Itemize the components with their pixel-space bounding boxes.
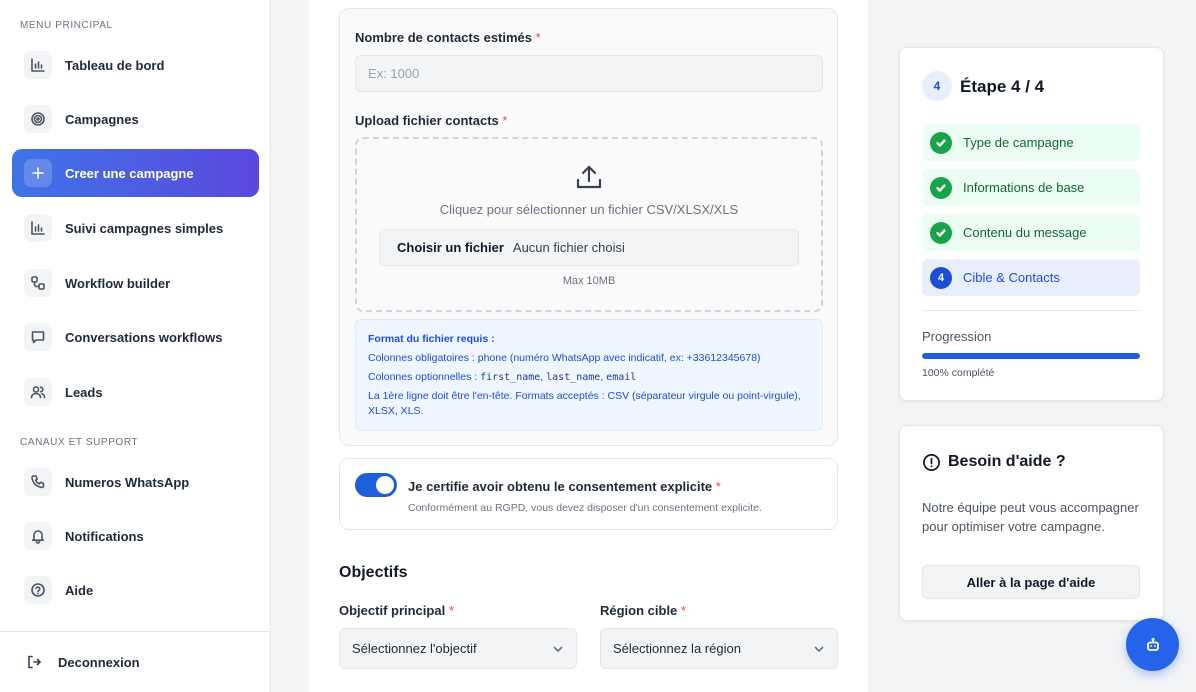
help-title: Besoin d'aide ? — [948, 453, 1066, 470]
progress-text: 100% complété — [922, 367, 995, 379]
format-title: Format du fichier requis : — [368, 333, 495, 345]
bell-icon — [24, 522, 52, 550]
format-note: La 1ère ligne doit être l'en-tête. Forma… — [368, 390, 801, 417]
step-label: Informations de base — [963, 180, 1085, 195]
objective-select[interactable]: Sélectionnez l'objectif — [339, 628, 577, 669]
help-panel: Besoin d'aide ? Notre équipe peut vous a… — [899, 425, 1164, 621]
help-page-button[interactable]: Aller à la page d'aide — [922, 565, 1140, 599]
divider — [922, 310, 1140, 311]
step-cible-contacts[interactable]: 4 Cible & Contacts — [922, 259, 1140, 296]
users-icon — [24, 378, 52, 406]
region-select-value: Sélectionnez la région — [613, 641, 741, 656]
step-label: Cible & Contacts — [963, 270, 1060, 285]
progress-bar-fill — [922, 353, 1140, 359]
sidebar-item-suivi-campagnes[interactable]: Suivi campagnes simples — [12, 204, 259, 252]
progress-bar — [922, 353, 1140, 359]
chevron-down-icon — [814, 646, 824, 653]
phone-icon — [24, 468, 52, 496]
target-icon — [24, 105, 52, 133]
sidebar-item-aide[interactable]: Aide — [12, 566, 259, 614]
sidebar-item-conversations-workflows[interactable]: Conversations workflows — [12, 313, 259, 361]
bot-icon — [1146, 637, 1159, 651]
sidebar-item-label: Leads — [65, 384, 103, 400]
sidebar-item-label: Suivi campagnes simples — [65, 220, 224, 236]
objective-select-value: Sélectionnez l'objectif — [352, 641, 477, 656]
workflow-icon — [24, 269, 52, 297]
upload-icon — [576, 165, 602, 189]
contacts-card: Nombre de contacts estimés * Ex: 1000 Up… — [339, 8, 838, 446]
sidebar-item-notifications[interactable]: Notifications — [12, 512, 259, 560]
plus-icon — [24, 159, 52, 187]
sidebar-item-numeros-whatsapp[interactable]: Numeros WhatsApp — [12, 458, 259, 506]
sidebar-item-creer-une-campagne[interactable]: Creer une campagne — [12, 149, 259, 197]
logout-label: Deconnexion — [58, 654, 140, 670]
sidebar-item-leads[interactable]: Leads — [12, 368, 259, 416]
step-label: Type de campagne — [963, 135, 1074, 150]
format-optional: Colonnes optionnelles : first_name, last… — [368, 371, 637, 383]
region-label: Région cible * — [600, 603, 686, 618]
objective-label: Objectif principal * — [339, 603, 454, 618]
progress-label: Progression — [922, 329, 992, 344]
format-required: Colonnes obligatoires : phone (numéro Wh… — [368, 352, 761, 364]
sidebar-item-label: Conversations workflows — [65, 329, 223, 345]
bar-chart-icon — [24, 51, 52, 79]
sidebar-item-campagnes[interactable]: Campagnes — [12, 95, 259, 143]
consent-toggle[interactable] — [355, 473, 397, 497]
sidebar-item-label: Tableau de bord — [65, 57, 165, 73]
main-content: Nombre de contacts estimés * Ex: 1000 Up… — [309, 0, 868, 692]
message-icon — [24, 323, 52, 351]
step-title: Étape 4 / 4 — [960, 77, 1045, 96]
section-title-main: MENU PRINCIPAL — [20, 20, 113, 31]
logout-button[interactable]: Deconnexion — [0, 631, 270, 692]
sidebar-item-label: Campagnes — [65, 111, 139, 127]
no-file-text: Aucun fichier choisi — [512, 240, 625, 255]
upload-label: Upload fichier contacts * — [355, 113, 508, 128]
progress-panel: 4 Étape 4 / 4 Type de campagne Informati… — [899, 47, 1164, 401]
upload-hint: Cliquez pour sélectionner un fichier CSV… — [439, 202, 739, 217]
step-informations-base[interactable]: Informations de base — [922, 169, 1140, 206]
chatbot-fab[interactable] — [1126, 618, 1179, 671]
consent-label: Je certifie avoir obtenu le consentement… — [408, 479, 721, 494]
help-circle-icon — [24, 576, 52, 604]
step-contenu-message[interactable]: Contenu du message — [922, 214, 1140, 251]
section-title-support: CANAUX ET SUPPORT — [20, 437, 139, 448]
choose-file-button[interactable]: Choisir un fichier — [397, 240, 504, 255]
check-icon — [930, 221, 952, 244]
sidebar: MENU PRINCIPAL Tableau de bord Campagnes… — [0, 0, 271, 692]
bar-chart-icon — [24, 214, 52, 242]
sidebar-item-label: Aide — [65, 582, 94, 598]
step-number-dot: 4 — [930, 266, 952, 289]
check-icon — [930, 176, 952, 199]
sidebar-item-label: Creer une campagne — [65, 165, 194, 181]
alert-circle-icon — [923, 454, 940, 471]
sidebar-item-label: Notifications — [65, 528, 144, 544]
logout-icon — [28, 655, 41, 669]
help-text: Notre équipe peut vous accompagner pour … — [922, 500, 1139, 534]
contacts-label: Nombre de contacts estimés * — [355, 30, 541, 45]
sidebar-item-workflow-builder[interactable]: Workflow builder — [12, 259, 259, 307]
sidebar-item-label: Numeros WhatsApp — [65, 474, 190, 490]
region-select[interactable]: Sélectionnez la région — [600, 628, 838, 669]
chevron-down-icon — [553, 646, 563, 653]
consent-hint: Conformément au RGPD, vous devez dispose… — [408, 502, 762, 514]
file-dropzone[interactable]: Cliquez pour sélectionner un fichier CSV… — [355, 137, 823, 312]
check-icon — [930, 131, 952, 154]
step-label: Contenu du message — [963, 225, 1087, 240]
consent-card: Je certifie avoir obtenu le consentement… — [339, 458, 838, 530]
step-type-campagne[interactable]: Type de campagne — [922, 124, 1140, 161]
sidebar-item-label: Workflow builder — [65, 275, 171, 291]
contacts-input[interactable]: Ex: 1000 — [355, 55, 823, 92]
format-info-box: Format du fichier requis : Colonnes obli… — [355, 319, 823, 431]
file-input[interactable]: Choisir un fichier Aucun fichier choisi — [379, 229, 799, 266]
sidebar-item-tableau-de-bord[interactable]: Tableau de bord — [12, 41, 259, 89]
step-number-badge: 4 — [922, 71, 952, 101]
objectives-heading: Objectifs — [339, 564, 408, 581]
max-size-text: Max 10MB — [562, 275, 616, 287]
